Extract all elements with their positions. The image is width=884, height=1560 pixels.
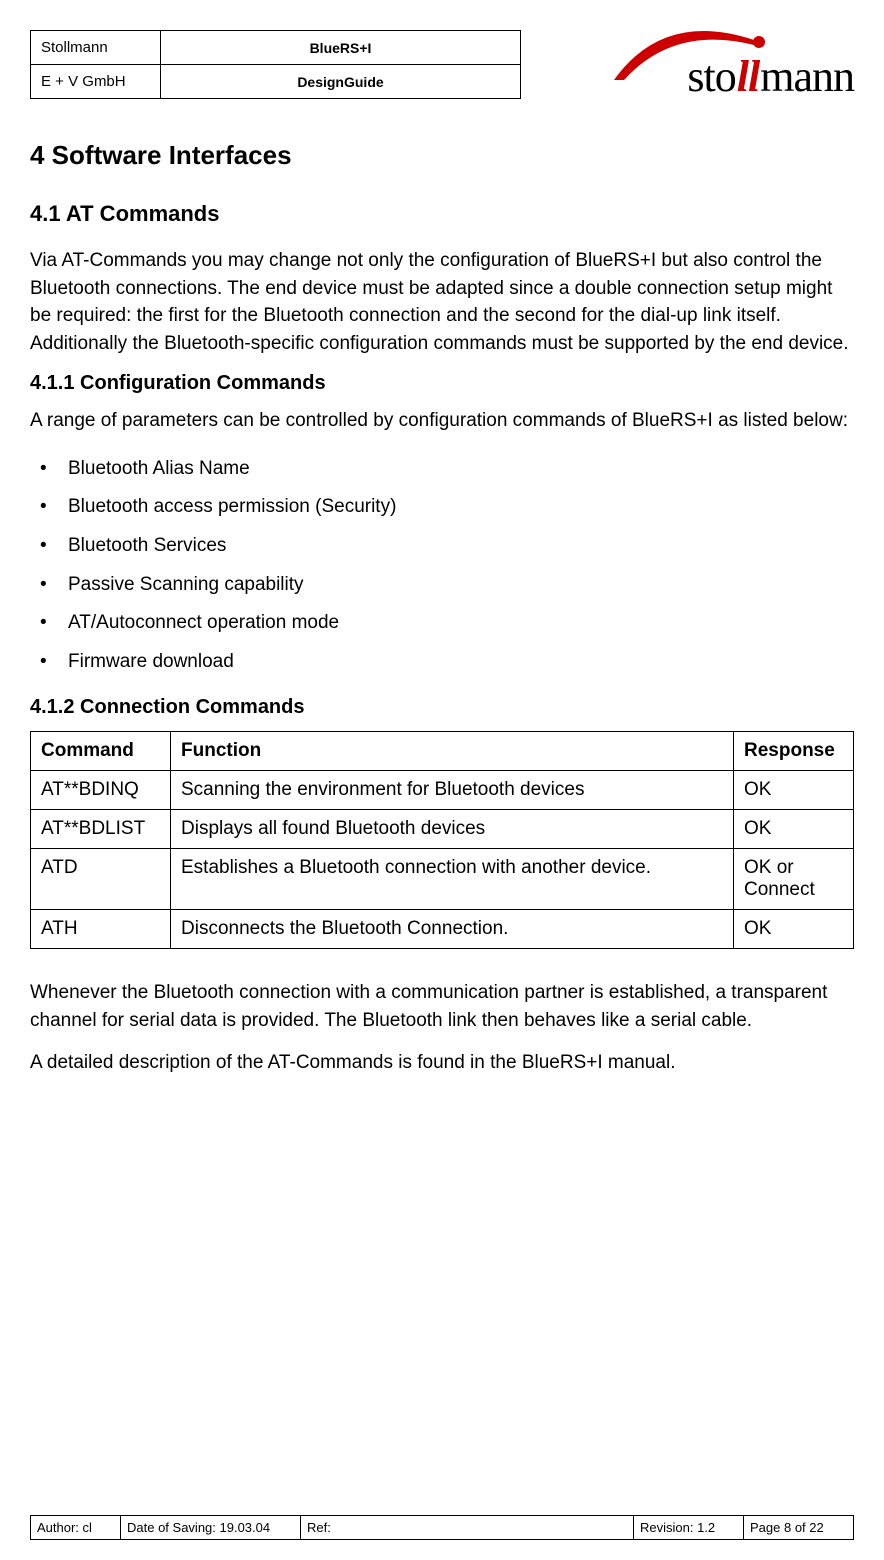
cell-function: Establishes a Bluetooth connection with … xyxy=(171,849,734,910)
stollmann-logo: stollmann xyxy=(584,30,854,110)
paragraph-transparent: Whenever the Bluetooth connection with a… xyxy=(30,979,854,1034)
company-name-top: Stollmann xyxy=(31,31,161,65)
paragraph-manual: A detailed description of the AT-Command… xyxy=(30,1049,854,1077)
list-item: AT/Autoconnect operation mode xyxy=(30,604,854,643)
footer-ref: Ref: xyxy=(301,1516,634,1540)
heading-1: 4 Software Interfaces xyxy=(30,140,854,171)
cell-function: Disconnects the Bluetooth Connection. xyxy=(171,910,734,949)
header-info-table: Stollmann BlueRS+I E + V GmbH DesignGuid… xyxy=(30,30,521,99)
list-item: Bluetooth Alias Name xyxy=(30,450,854,489)
cell-function: Displays all found Bluetooth devices xyxy=(171,810,734,849)
footer-date: Date of Saving: 19.03.04 xyxy=(121,1516,301,1540)
cell-response: OK or Connect xyxy=(734,849,854,910)
table-row: AT**BDINQ Scanning the environment for B… xyxy=(31,771,854,810)
list-item: Bluetooth access permission (Security) xyxy=(30,488,854,527)
cell-response: OK xyxy=(734,810,854,849)
logo-text-post: mann xyxy=(760,52,854,101)
cell-command: AT**BDLIST xyxy=(31,810,171,849)
table-header-response: Response xyxy=(734,732,854,771)
table-row: ATH Disconnects the Bluetooth Connection… xyxy=(31,910,854,949)
list-item: Passive Scanning capability xyxy=(30,566,854,605)
heading-3-connection: 4.1.2 Connection Commands xyxy=(30,696,854,719)
document-header: Stollmann BlueRS+I E + V GmbH DesignGuid… xyxy=(30,30,854,110)
cell-response: OK xyxy=(734,910,854,949)
paragraph-config: A range of parameters can be controlled … xyxy=(30,407,854,435)
logo-container: stollmann xyxy=(521,30,854,110)
footer-revision: Revision: 1.2 xyxy=(634,1516,744,1540)
heading-2: 4.1 AT Commands xyxy=(30,201,854,227)
table-row: AT**BDLIST Displays all found Bluetooth … xyxy=(31,810,854,849)
table-header-command: Command xyxy=(31,732,171,771)
doc-title-bottom: DesignGuide xyxy=(161,65,521,99)
doc-title-top: BlueRS+I xyxy=(161,31,521,65)
cell-function: Scanning the environment for Bluetooth d… xyxy=(171,771,734,810)
config-bullet-list: Bluetooth Alias Name Bluetooth access pe… xyxy=(30,450,854,682)
footer-table: Author: cl Date of Saving: 19.03.04 Ref:… xyxy=(30,1515,854,1540)
heading-3-config: 4.1.1 Configuration Commands xyxy=(30,372,854,395)
cell-command: ATH xyxy=(31,910,171,949)
logo-text-mid: ll xyxy=(736,52,760,101)
cell-command: ATD xyxy=(31,849,171,910)
footer-author: Author: cl xyxy=(31,1516,121,1540)
cell-response: OK xyxy=(734,771,854,810)
paragraph-intro: Via AT-Commands you may change not only … xyxy=(30,247,854,357)
list-item: Bluetooth Services xyxy=(30,527,854,566)
cell-command: AT**BDINQ xyxy=(31,771,171,810)
footer-page: Page 8 of 22 xyxy=(744,1516,854,1540)
table-header-function: Function xyxy=(171,732,734,771)
logo-text-pre: sto xyxy=(687,52,735,101)
connection-commands-table: Command Function Response AT**BDINQ Scan… xyxy=(30,731,854,949)
table-row: ATD Establishes a Bluetooth connection w… xyxy=(31,849,854,910)
list-item: Firmware download xyxy=(30,643,854,682)
company-name-bottom: E + V GmbH xyxy=(31,65,161,99)
